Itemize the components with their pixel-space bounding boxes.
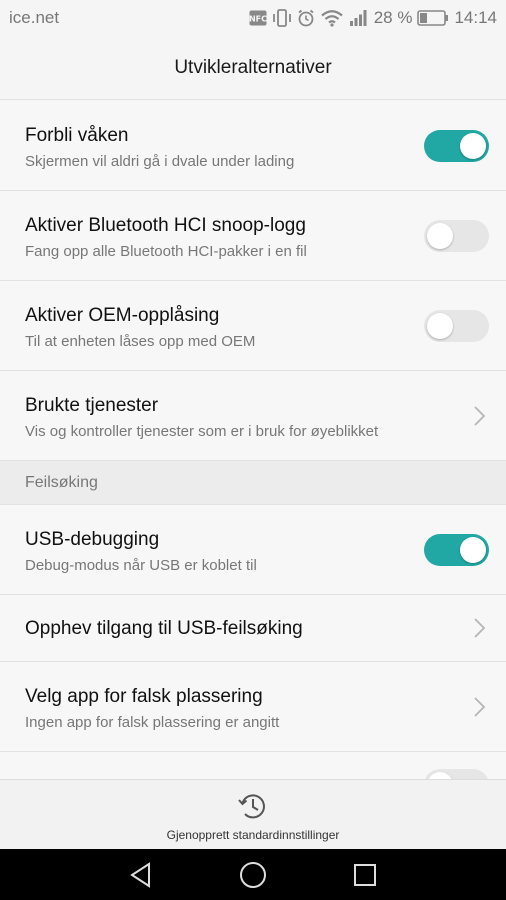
nfc-icon: NFC — [249, 10, 267, 26]
settings-list: Forbli våken Skjermen vil aldri gå i dva… — [0, 101, 506, 801]
section-title: Feilsøking — [25, 474, 98, 491]
setting-title: Opphev tilgang til USB-feilsøking — [25, 618, 303, 639]
usb-debugging-toggle[interactable] — [424, 534, 489, 566]
history-restore-icon — [238, 794, 265, 819]
bluetooth-hci-snoop-toggle[interactable] — [424, 220, 489, 252]
battery-percent: 28 % — [373, 8, 413, 27]
setting-title: Velg app for falsk plassering — [25, 686, 263, 707]
battery-icon — [417, 10, 449, 26]
carrier-label: ice.net — [9, 8, 60, 27]
setting-subtitle: Ingen app for falsk plassering er angitt — [25, 714, 280, 731]
setting-bluetooth-hci-snoop[interactable]: Aktiver Bluetooth HCI snoop-logg Fang op… — [0, 191, 506, 281]
vibrate-icon — [272, 9, 291, 27]
home-icon[interactable] — [238, 861, 268, 889]
status-icons: NFC 28 % 14:14 — [249, 8, 497, 28]
alarm-icon — [298, 9, 314, 27]
toggle-knob — [460, 133, 486, 159]
chevron-right-icon — [474, 697, 486, 717]
setting-usb-debugging[interactable]: USB-debugging Debug-modus når USB er kob… — [0, 505, 506, 595]
chevron-right-icon — [474, 406, 486, 426]
svg-text:NFC: NFC — [249, 15, 267, 24]
section-header-debugging: Feilsøking — [0, 461, 506, 505]
setting-title: Aktiver Bluetooth HCI snoop-logg — [25, 215, 306, 236]
setting-running-services[interactable]: Brukte tjenester Vis og kontroller tjene… — [0, 371, 506, 461]
setting-subtitle: Debug-modus når USB er koblet til — [25, 557, 257, 574]
toggle-knob — [427, 223, 453, 249]
setting-title: Brukte tjenester — [25, 395, 159, 416]
chevron-right-icon — [474, 618, 486, 638]
setting-title: Aktiver OEM-opplåsing — [25, 305, 220, 326]
setting-stay-awake[interactable]: Forbli våken Skjermen vil aldri gå i dva… — [0, 101, 506, 191]
restore-defaults-label: Gjenopprett standardinnstillinger — [166, 828, 340, 842]
restore-defaults-button[interactable]: Gjenopprett standardinnstillinger — [0, 779, 506, 849]
stay-awake-toggle[interactable] — [424, 130, 489, 162]
status-bar: ice.net NFC 28 % 14:14 — [0, 0, 506, 36]
toggle-knob — [427, 313, 453, 339]
back-icon[interactable] — [127, 861, 155, 889]
wifi-icon — [320, 10, 343, 27]
clock: 14:14 — [454, 8, 497, 27]
recents-icon[interactable] — [352, 861, 378, 889]
setting-subtitle: Skjermen vil aldri gå i dvale under ladi… — [25, 153, 295, 170]
setting-subtitle: Fang opp alle Bluetooth HCI-pakker i en … — [25, 243, 307, 260]
page-title: Utvikleralternativer — [0, 36, 506, 100]
oem-unlock-toggle[interactable] — [424, 310, 489, 342]
setting-subtitle: Til at enheten låses opp med OEM — [25, 333, 256, 350]
setting-mock-location-app[interactable]: Velg app for falsk plassering Ingen app … — [0, 662, 506, 752]
setting-revoke-usb-debugging[interactable]: Opphev tilgang til USB-feilsøking — [0, 595, 506, 662]
setting-title: Forbli våken — [25, 125, 129, 146]
setting-oem-unlock[interactable]: Aktiver OEM-opplåsing Til at enheten lås… — [0, 281, 506, 371]
setting-subtitle: Vis og kontroller tjenester som er i bru… — [25, 423, 379, 440]
navigation-bar — [0, 849, 506, 900]
setting-title: USB-debugging — [25, 529, 160, 550]
signal-icon — [349, 10, 367, 26]
toggle-knob — [460, 537, 486, 563]
